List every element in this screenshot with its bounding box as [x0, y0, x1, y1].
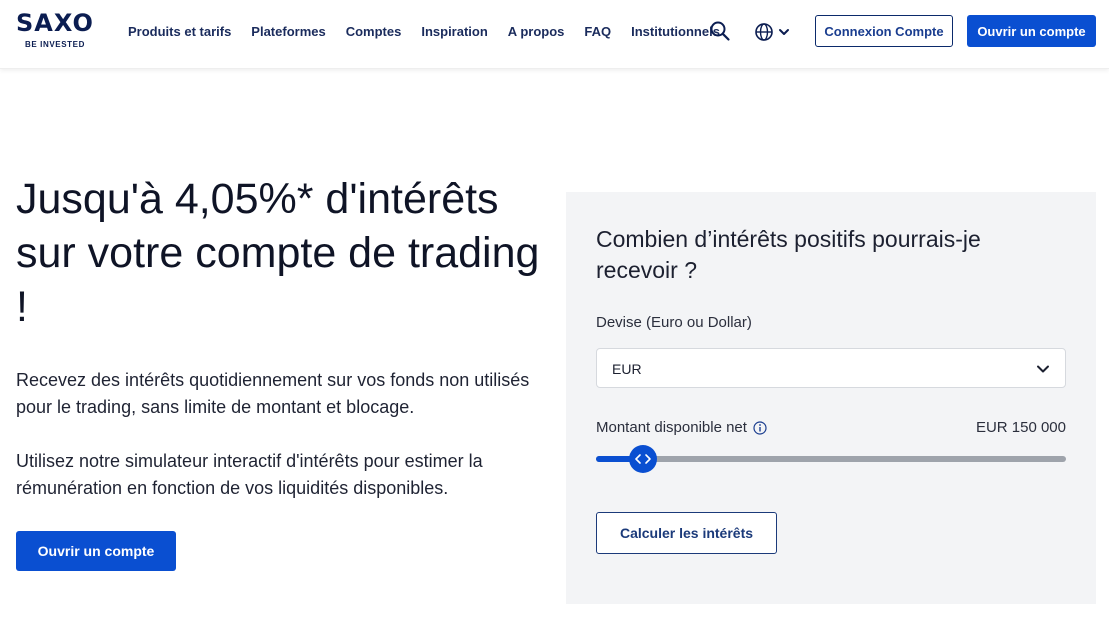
- login-button[interactable]: Connexion Compte: [815, 15, 953, 47]
- nav-item-about[interactable]: A propos: [508, 24, 565, 40]
- amount-slider[interactable]: [596, 445, 1066, 473]
- globe-icon: [755, 23, 773, 41]
- saxo-logo[interactable]: SAXO BE INVESTED: [16, 11, 100, 51]
- interest-simulator-card: Combien d’intérêts positifs pourrais-je …: [566, 192, 1096, 604]
- arrows-horizontal-icon: [635, 454, 651, 464]
- currency-label: Devise (Euro ou Dollar): [596, 314, 752, 331]
- logo-tagline: BE INVESTED: [25, 40, 85, 49]
- info-icon[interactable]: [753, 420, 767, 435]
- logo-wordmark: SAXO: [16, 9, 94, 37]
- open-account-button[interactable]: Ouvrir un compte: [16, 531, 176, 571]
- nav-item-accounts[interactable]: Comptes: [346, 24, 402, 40]
- nav-item-institutional[interactable]: Institutionnels: [631, 24, 720, 40]
- main-nav: Produits et tarifs Plateformes Comptes I…: [128, 24, 720, 40]
- language-selector[interactable]: [754, 21, 792, 43]
- open-account-header-button[interactable]: Ouvrir un compte: [967, 15, 1096, 47]
- hero-paragraph-simulator: Utilisez notre simulateur interactif d'i…: [16, 451, 483, 498]
- hero-title: Jusqu'à 4,05%* d'intérêts sur votre comp…: [16, 175, 540, 331]
- site-header: SAXO BE INVESTED Produits et tarifs Plat…: [0, 0, 1109, 69]
- search-button[interactable]: [709, 20, 731, 42]
- currency-select[interactable]: EUR: [596, 348, 1066, 388]
- calculate-interest-button[interactable]: Calculer les intérêts: [596, 512, 777, 554]
- simulator-title: Combien d’intérêts positifs pourrais-je …: [596, 226, 981, 283]
- nav-item-platforms[interactable]: Plateformes: [251, 24, 325, 40]
- search-icon: [710, 21, 730, 41]
- currency-select-value: EUR: [612, 361, 642, 377]
- chevron-down-icon: [779, 29, 789, 35]
- amount-value: EUR 150 000: [975, 419, 1066, 436]
- nav-item-products[interactable]: Produits et tarifs: [128, 24, 231, 40]
- slider-thumb[interactable]: [629, 445, 657, 473]
- hero-paragraph-interest: Recevez des intérêts quotidiennement sur…: [16, 370, 530, 417]
- nav-item-faq[interactable]: FAQ: [584, 24, 611, 40]
- amount-label: Montant disponible net: [596, 419, 747, 436]
- nav-item-inspiration[interactable]: Inspiration: [421, 24, 487, 40]
- amount-label-row: Montant disponible net: [596, 419, 767, 436]
- chevron-down-icon: [1037, 365, 1049, 373]
